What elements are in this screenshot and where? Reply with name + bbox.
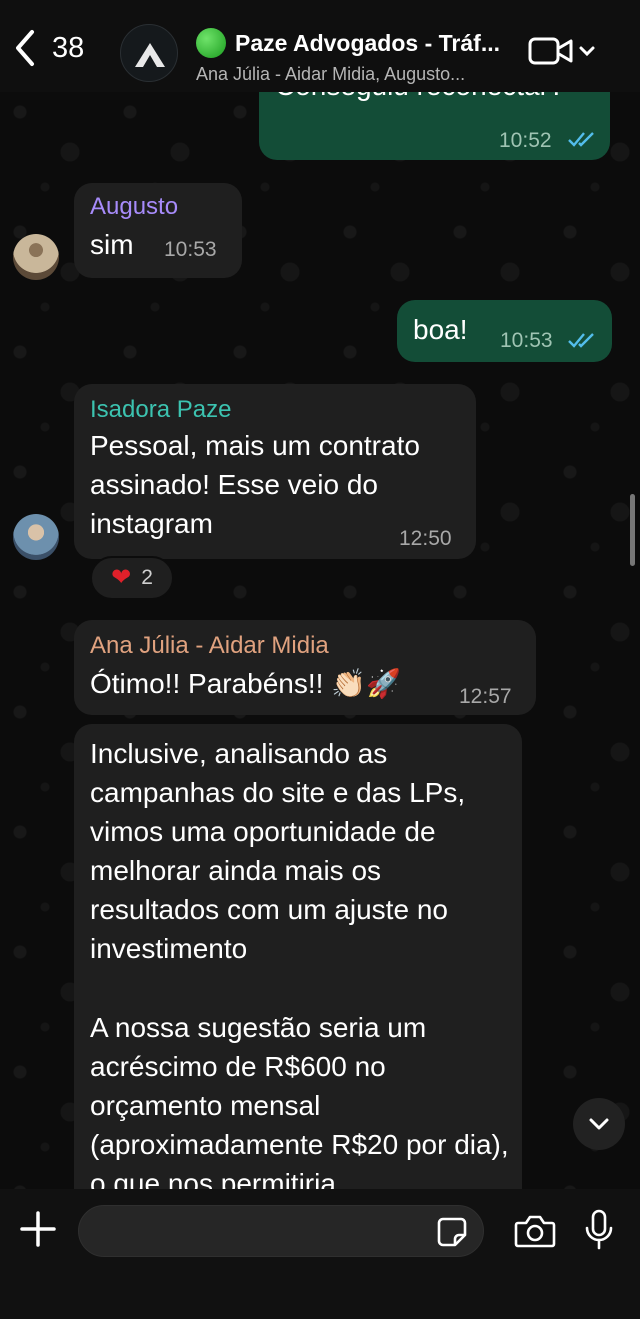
- message-text: Ótimo!! Parabéns!! 👏🏻🚀: [90, 668, 401, 699]
- video-call-icon: [528, 37, 573, 65]
- read-ticks-icon: [568, 132, 594, 147]
- message-sender: Ana Júlia - Aidar Midia: [90, 632, 329, 659]
- message-time: 12:50: [399, 527, 452, 550]
- chat-participants: Ana Júlia - Aidar Midia, Augusto...: [196, 64, 466, 84]
- chat-header: 38 Paze Advogados - Tráf... Ana Júlia - …: [0, 0, 640, 92]
- message-text: Inclusive, analisando as campanhas do si…: [90, 738, 466, 964]
- message-time: 12:57: [459, 685, 512, 708]
- message-time: 10:53: [500, 329, 553, 352]
- message-text: sim: [90, 229, 134, 260]
- message-bubble-incoming[interactable]: Isadora Paze Pessoal, mais um contrato a…: [74, 384, 476, 559]
- mic-icon[interactable]: [584, 1209, 614, 1251]
- message-list[interactable]: Conseguiu reconectar? 10:52 Augusto sim …: [0, 92, 640, 1189]
- message-text: boa!: [413, 314, 468, 345]
- unread-count: 38: [52, 31, 85, 64]
- sticker-icon[interactable]: [436, 1216, 468, 1248]
- message-time: 10:52: [499, 129, 552, 152]
- read-ticks-icon: [568, 333, 594, 348]
- avatar-augusto[interactable]: [13, 234, 59, 280]
- camera-icon[interactable]: [514, 1213, 556, 1249]
- chevron-down-icon: [579, 46, 595, 57]
- message-time: 10:53: [164, 238, 217, 261]
- video-call-button[interactable]: [528, 36, 596, 66]
- group-avatar[interactable]: [120, 24, 178, 82]
- message-text: Conseguiu reconectar?: [275, 92, 565, 105]
- reaction-count: 2: [141, 566, 153, 589]
- message-reaction[interactable]: ❤ 2: [90, 556, 174, 600]
- scroll-to-bottom-button[interactable]: [573, 1098, 625, 1150]
- composer-bar: [0, 1189, 640, 1319]
- message-sender: Augusto: [90, 193, 179, 220]
- message-input[interactable]: [78, 1205, 484, 1257]
- chat-title: Paze Advogados - Tráf...: [235, 29, 500, 56]
- message-text: Pessoal, mais um contrato assinado! Esse…: [90, 430, 420, 539]
- plus-icon[interactable]: [18, 1209, 58, 1249]
- message-bubble-incoming[interactable]: Augusto sim 10:53: [74, 183, 242, 278]
- message-bubble-outgoing[interactable]: Conseguiu reconectar? 10:52: [259, 92, 610, 160]
- message-bubble-incoming[interactable]: Inclusive, analisando as campanhas do si…: [74, 724, 522, 1189]
- back-chevron-icon: [16, 30, 34, 66]
- green-circle-icon: [196, 28, 226, 58]
- scrollbar[interactable]: [630, 494, 635, 566]
- heart-icon: ❤: [111, 564, 132, 591]
- message-sender: Isadora Paze: [90, 396, 232, 423]
- message-text: A nossa sugestão seria um acréscimo de R…: [90, 1012, 509, 1189]
- group-logo-icon: [135, 43, 165, 67]
- message-bubble-incoming[interactable]: Ana Júlia - Aidar Midia Ótimo!! Parabéns…: [74, 620, 536, 715]
- chat-title-area[interactable]: Paze Advogados - Tráf... Ana Júlia - Aid…: [196, 28, 516, 85]
- message-bubble-outgoing[interactable]: boa! 10:53: [397, 300, 612, 362]
- back-button[interactable]: 38: [12, 28, 84, 68]
- scroll-down-icon: [589, 1118, 609, 1130]
- avatar-isadora[interactable]: [13, 514, 59, 560]
